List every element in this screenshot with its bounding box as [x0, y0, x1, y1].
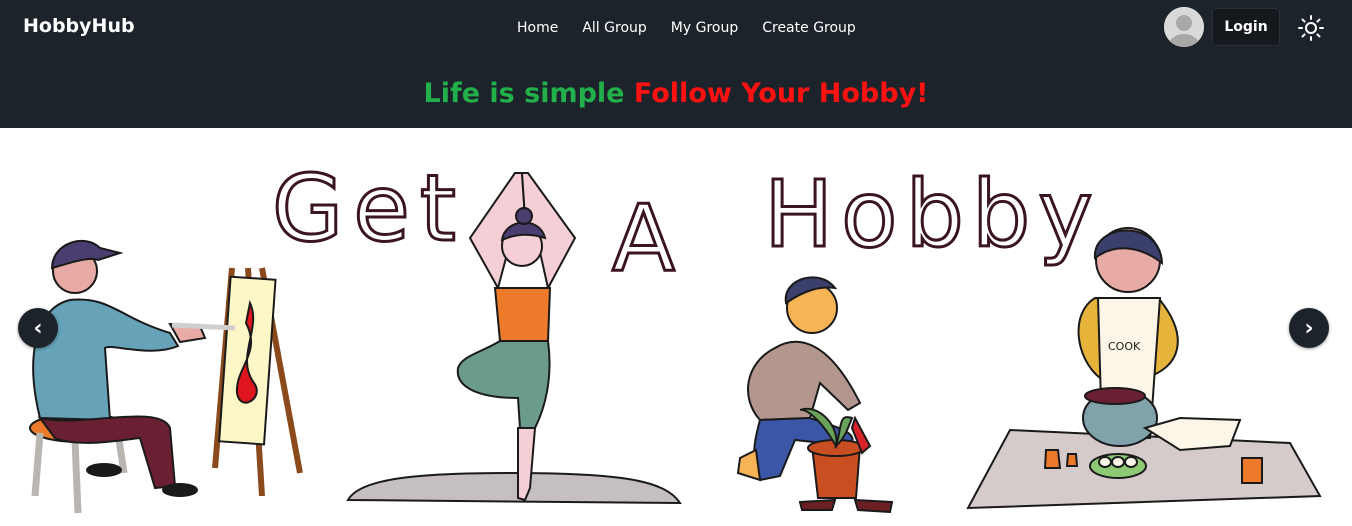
tagline-part-green: Life is simple	[423, 78, 625, 109]
gardener-figure	[736, 276, 894, 514]
tagline-part-red: Follow Your Hobby!	[633, 78, 929, 109]
apron-label: COOK	[1108, 340, 1141, 353]
navbar: HobbyHub Home All Group My Group Create …	[0, 0, 1352, 128]
main-menu: Home All Group My Group Create Group	[505, 18, 868, 38]
nav-my-group[interactable]: My Group	[659, 18, 750, 38]
nav-create-group[interactable]: Create Group	[750, 18, 868, 38]
sun-icon[interactable]	[1297, 14, 1325, 42]
painter-figure	[29, 239, 303, 514]
hero-carousel: Get A Hobby COOK ‹ ›	[0, 128, 1352, 526]
login-button[interactable]: Login	[1212, 8, 1280, 46]
cook-figure: COOK	[966, 227, 1322, 510]
nav-all-group[interactable]: All Group	[570, 18, 658, 38]
slide-title-hobby: Hobby	[764, 161, 1101, 268]
nav-home[interactable]: Home	[505, 18, 570, 38]
hobby-illustration: Get A Hobby COOK	[29, 154, 1322, 514]
slide-title-get: Get	[272, 155, 466, 262]
carousel-prev-button[interactable]: ‹	[18, 308, 58, 348]
slide-title-a: A	[612, 185, 675, 292]
user-avatar-icon[interactable]	[1164, 7, 1204, 47]
brand-logo[interactable]: HobbyHub	[23, 15, 135, 37]
carousel-next-button[interactable]: ›	[1289, 308, 1329, 348]
tagline: Life is simple Follow Your Hobby!	[0, 78, 1352, 109]
